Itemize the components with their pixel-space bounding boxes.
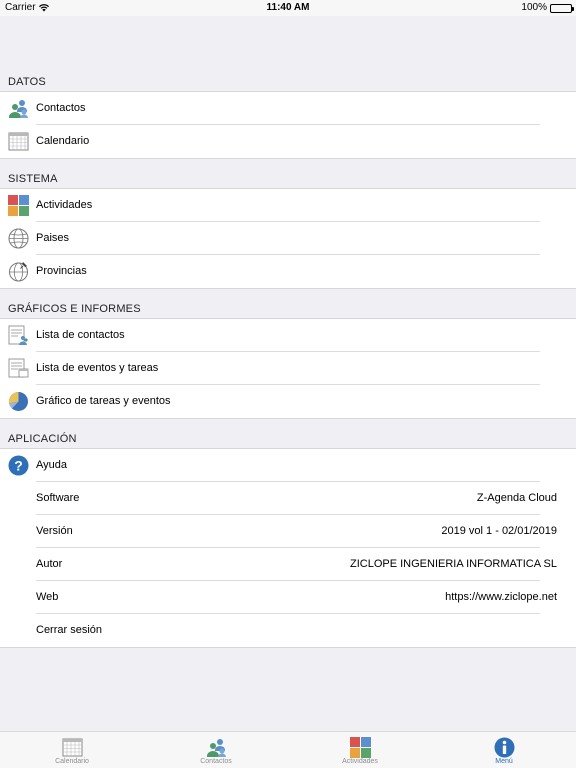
info-value: ZICLOPE INGENIERIA INFORMATICA SL — [349, 558, 557, 570]
tab-contactos[interactable]: Contactos — [144, 732, 288, 768]
tab-calendario[interactable]: Calendario — [0, 732, 144, 768]
section-header-sistema: SISTEMA — [8, 173, 58, 185]
calendar-icon — [8, 132, 29, 151]
info-label: Web — [36, 591, 59, 603]
menu-item-lista-eventos[interactable]: Lista de eventos y tareas — [0, 352, 576, 385]
activities-icon — [8, 195, 29, 216]
info-row-autor: Autor ZICLOPE INGENIERIA INFORMATICA SL — [0, 548, 576, 581]
menu-item-provincias[interactable]: Provincias — [0, 255, 576, 288]
group-graficos: Lista de contactos Lista de eventos y ta… — [0, 318, 576, 419]
info-icon — [494, 737, 515, 758]
menu-item-label: Ayuda — [36, 459, 67, 471]
tab-label: Calendario — [55, 758, 89, 765]
help-icon: ? — [8, 455, 29, 476]
svg-text:?: ? — [14, 458, 23, 474]
tab-bar: Calendario Contactos Actividades Menú — [0, 731, 576, 768]
info-row-version: Versión 2019 vol 1 - 02/01/2019 — [0, 515, 576, 548]
menu-item-label: Lista de eventos y tareas — [36, 362, 159, 374]
status-bar: Carrier 11:40 AM 100% — [0, 0, 576, 16]
pie-chart-icon — [8, 392, 28, 411]
info-label: Versión — [36, 525, 73, 537]
battery-indicator: 100% — [521, 0, 574, 16]
info-label: Software — [36, 492, 80, 504]
menu-item-ayuda[interactable]: ? Ayuda — [0, 449, 576, 482]
menu-item-label: Gráfico de tareas y eventos — [36, 395, 171, 407]
menu-item-calendario[interactable]: Calendario — [0, 125, 576, 158]
activities-icon — [350, 737, 371, 758]
menu-item-paises[interactable]: Paises — [0, 222, 576, 255]
globe-pin-icon — [9, 262, 28, 282]
contacts-icon — [207, 739, 226, 757]
menu-item-label: Lista de contactos — [36, 329, 125, 341]
menu-item-label: Calendario — [36, 135, 90, 147]
menu-item-lista-contactos[interactable]: Lista de contactos — [0, 319, 576, 352]
battery-percent: 100% — [521, 2, 547, 13]
info-row-software: Software Z-Agenda Cloud — [0, 482, 576, 515]
tab-label: Menú — [495, 758, 513, 765]
info-value: 2019 vol 1 - 02/01/2019 — [441, 525, 557, 537]
calendar-icon — [62, 738, 83, 757]
tab-actividades[interactable]: Actividades — [288, 732, 432, 768]
contacts-icon — [9, 100, 28, 118]
section-header-graficos: GRÁFICOS E INFORMES — [8, 303, 141, 315]
contacts-report-icon — [8, 325, 28, 345]
events-report-icon — [8, 358, 29, 378]
menu-item-contactos[interactable]: Contactos — [0, 92, 576, 125]
menu-item-grafico-tareas[interactable]: Gráfico de tareas y eventos — [0, 385, 576, 418]
info-label: Autor — [36, 558, 63, 570]
group-sistema: Actividades Paises Provincias — [0, 188, 576, 289]
menu-item-label: Contactos — [36, 102, 86, 114]
section-header-datos: DATOS — [8, 76, 46, 88]
menu-item-label: Provincias — [36, 265, 87, 277]
tab-label: Contactos — [200, 758, 232, 765]
info-row-web[interactable]: Web https://www.ziclope.net — [0, 581, 576, 614]
menu-item-label: Paises — [36, 232, 70, 244]
group-datos: Contactos Calendario — [0, 91, 576, 159]
section-header-aplicacion: APLICACIÓN — [8, 433, 77, 445]
tab-label: Actividades — [342, 758, 378, 765]
clock: 11:40 AM — [266, 2, 310, 13]
battery-icon — [550, 3, 574, 13]
logout-label: Cerrar sesión — [36, 624, 103, 636]
globe-icon — [8, 228, 29, 249]
menu-item-actividades[interactable]: Actividades — [0, 189, 576, 222]
web-link[interactable]: https://www.ziclope.net — [445, 581, 557, 614]
logout-button[interactable]: Cerrar sesión — [0, 614, 576, 647]
menu-item-label: Actividades — [36, 199, 93, 211]
tab-menu[interactable]: Menú — [432, 732, 576, 768]
info-value: Z-Agenda Cloud — [476, 492, 557, 504]
group-aplicacion: ? Ayuda Software Z-Agenda Cloud Versión … — [0, 448, 576, 648]
